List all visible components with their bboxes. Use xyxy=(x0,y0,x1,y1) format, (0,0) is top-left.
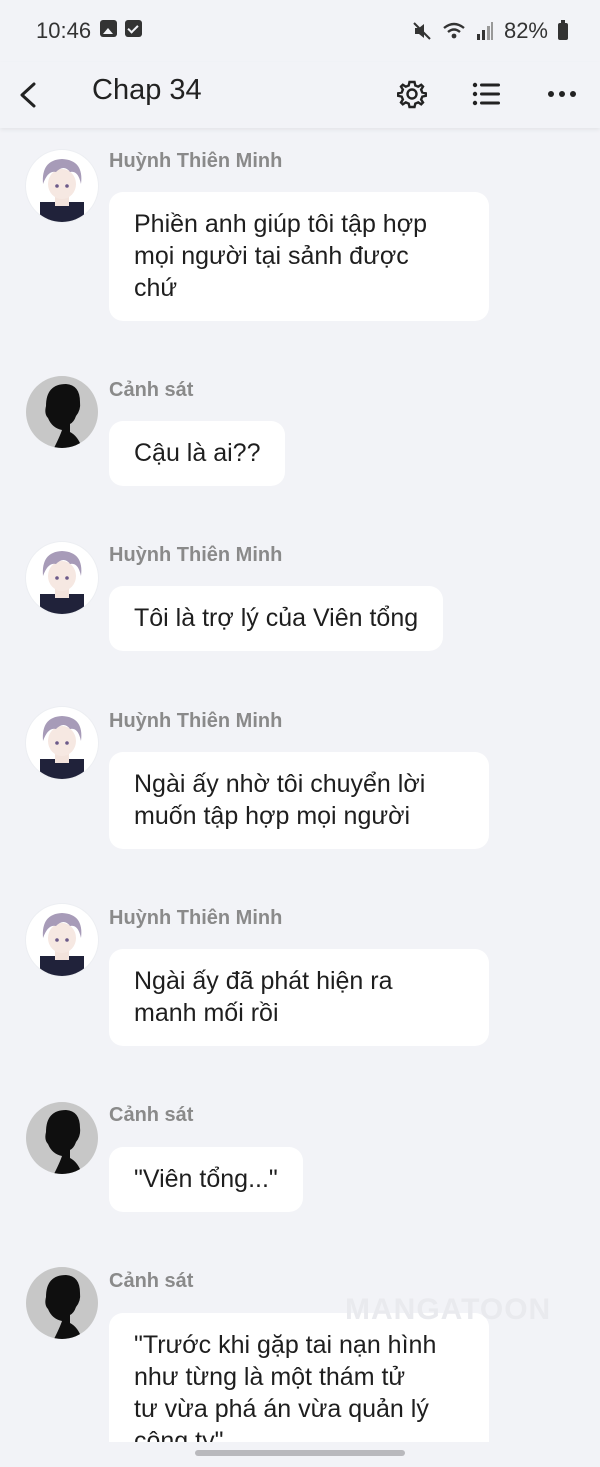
message-line: Cậu là ai?? xyxy=(134,439,261,467)
message-line: manh mối rồi xyxy=(134,999,279,1027)
sender-name: Huỳnh Thiên Minh xyxy=(109,544,283,566)
sender-name: Huỳnh Thiên Minh xyxy=(109,710,283,732)
sender-name: Cảnh sát xyxy=(109,1270,194,1292)
check-square-icon xyxy=(125,20,142,37)
status-time: 10:46 xyxy=(36,18,92,43)
message-bubble: Ngài ấy đã phát hiện ra manh mối rồi xyxy=(109,949,489,1046)
mute-icon xyxy=(413,22,431,40)
message-line: Ngài ấy đã phát hiện ra xyxy=(134,967,393,995)
status-left-icons xyxy=(100,20,142,37)
battery-icon xyxy=(558,19,568,40)
gear-icon xyxy=(397,80,427,109)
message-line: Ngài ấy nhờ tôi chuyển lời xyxy=(134,770,426,798)
message-bubble: Ngài ấy nhờ tôi chuyển lời muốn tập hợp … xyxy=(109,752,489,849)
status-bar: 10:46 82% xyxy=(0,0,600,62)
anime-man-avatar[interactable] xyxy=(26,150,98,222)
message-line: tư vừa phá án vừa quản lý xyxy=(134,1395,429,1423)
message-line: chứ xyxy=(134,274,178,302)
wifi-icon xyxy=(443,22,465,39)
anime-man-avatar[interactable] xyxy=(26,542,98,614)
list-icon xyxy=(472,82,500,106)
gallery-icon xyxy=(100,20,117,37)
message-bubble: Tôi là trợ lý của Viên tổng xyxy=(109,586,444,651)
settings-button[interactable] xyxy=(390,72,434,116)
chapter-list-button[interactable] xyxy=(465,72,509,116)
message-line: như từng là một thám tử xyxy=(134,1363,406,1391)
silhouette-avatar[interactable] xyxy=(26,1102,98,1174)
anime-man-avatar[interactable] xyxy=(26,904,98,976)
battery-percent: 82% xyxy=(503,18,548,43)
message-line: Tôi là trợ lý của Viên tổng xyxy=(134,604,419,632)
message-bubble: Cậu là ai?? xyxy=(109,421,286,486)
message-line: Phiền anh giúp tôi tập hợp xyxy=(134,210,428,238)
message-bubble: Phiền anh giúp tôi tập hợp mọi người tại… xyxy=(109,192,489,321)
signal-icon xyxy=(476,22,493,40)
message-line: "Trước khi gặp tai nạn hình xyxy=(134,1331,437,1359)
more-button[interactable] xyxy=(540,72,584,116)
status-right-icons: 82% xyxy=(412,18,568,44)
message-line: muốn tập hợp mọi người xyxy=(134,802,411,830)
back-button[interactable] xyxy=(14,70,48,120)
message-line: công ty" xyxy=(134,1427,224,1442)
message-line: "Viên tổng..." xyxy=(134,1165,278,1193)
message-bubble: "Viên tổng..." xyxy=(109,1147,303,1212)
sender-name: Cảnh sát xyxy=(109,379,194,401)
message-line: mọi người tại sảnh được xyxy=(134,242,409,270)
silhouette-avatar[interactable] xyxy=(26,376,98,448)
more-dots-icon xyxy=(548,91,576,97)
message-bubble: "Trước khi gặp tai nạn hình như từng là … xyxy=(109,1313,489,1442)
home-indicator[interactable] xyxy=(195,1450,405,1456)
message-list[interactable]: Huỳnh Thiên Minh Phiền anh giúp tôi tập … xyxy=(0,128,600,1442)
watermark-logo: MANGATOON xyxy=(345,1293,552,1326)
silhouette-avatar[interactable] xyxy=(26,1267,98,1339)
app-header: Chap 34 xyxy=(0,62,600,128)
sender-name: Huỳnh Thiên Minh xyxy=(109,907,283,929)
back-arrow-icon xyxy=(20,82,36,108)
sender-name: Cảnh sát xyxy=(109,1104,194,1126)
anime-man-avatar[interactable] xyxy=(26,707,98,779)
chapter-title: Chap 34 xyxy=(92,74,202,106)
sender-name: Huỳnh Thiên Minh xyxy=(109,150,283,172)
